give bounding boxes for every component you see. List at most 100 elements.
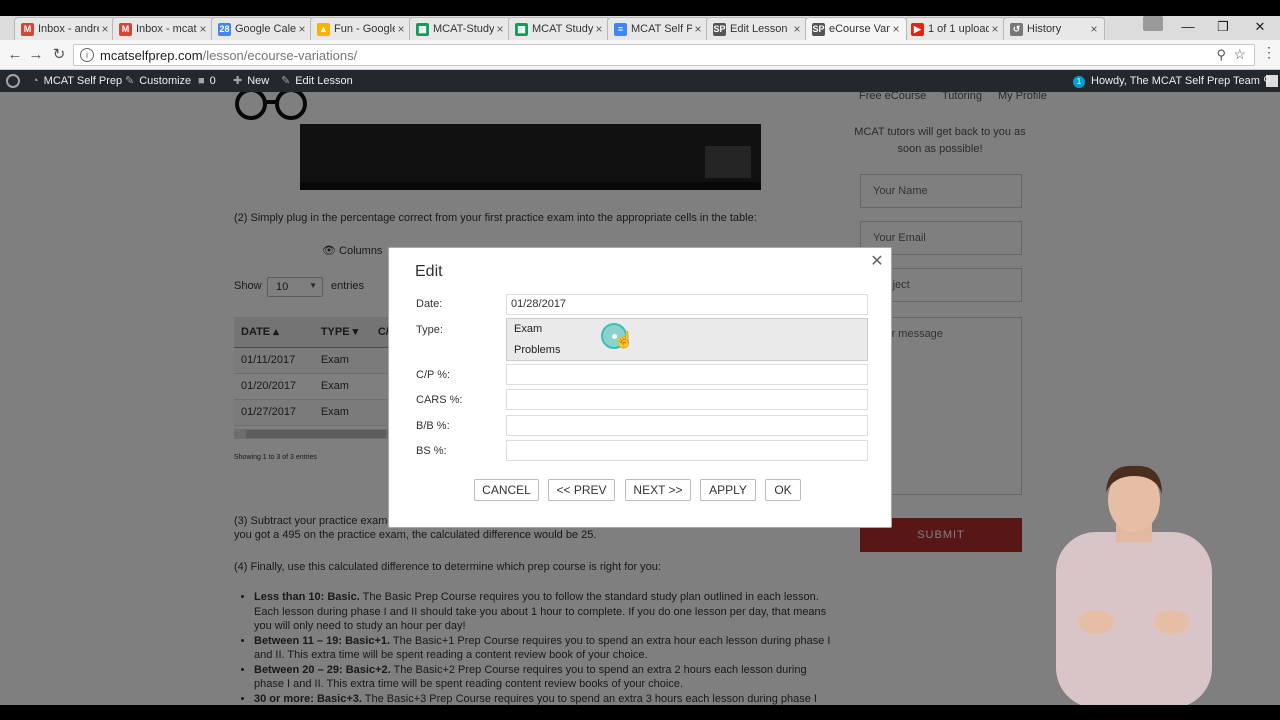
wp-admin-bar: ◔ MCAT Self Prep ✎ Customize ■ 0 ✚ New ✎ Edit… (0, 70, 1280, 92)
wp-comments-count: 0 (209, 75, 216, 87)
close-tab-icon[interactable]: × (296, 22, 308, 36)
url-path: /lesson/ecourse-variations/ (202, 48, 358, 63)
cars-label: CARS %: (416, 394, 463, 406)
history-icon: ↺ (1010, 22, 1023, 36)
browser-tab[interactable]: ▦ MCAT Study × (508, 17, 610, 40)
tab-label: MCAT Self Prep (631, 23, 692, 35)
wp-customize-label: Customize (139, 75, 192, 87)
next-button[interactable]: NEXT >> (625, 479, 691, 501)
type-select-list[interactable]: Exam Problems (506, 318, 868, 361)
browser-tab[interactable]: SP eCourse Variations× (805, 17, 907, 40)
close-tab-icon[interactable]: × (593, 22, 605, 36)
close-tab-icon[interactable]: × (395, 22, 407, 36)
wp-site-label: MCAT Self Prep (43, 75, 123, 87)
wp-search-icon[interactable]: ⚲ (1263, 70, 1271, 92)
url-field[interactable]: i mcatselfprep.com/lesson/ecourse-variat… (73, 44, 1255, 66)
docs-icon: ≡ (614, 22, 627, 36)
browser-tab[interactable]: ▦ MCAT-Study × (409, 17, 511, 40)
cars-percent-field[interactable] (506, 389, 868, 410)
wp-new-link[interactable]: ✚ New (233, 70, 269, 92)
forward-icon[interactable]: → (26, 45, 46, 65)
browser-tab[interactable]: ▶ 1 of 1 uploaded× (904, 17, 1006, 40)
pointer-cursor-icon: ☝ (614, 332, 634, 349)
url-host: mcatselfprep.com (100, 48, 203, 63)
close-tab-icon[interactable]: × (197, 22, 209, 36)
calendar-icon: 28 (218, 22, 231, 36)
bookmark-star-icon[interactable]: ☆ (1233, 46, 1246, 63)
bb-label: B/B %: (416, 420, 450, 432)
drive-icon: ▲ (317, 22, 330, 36)
bb-percent-field[interactable] (506, 415, 868, 436)
close-tab-icon[interactable]: × (692, 22, 704, 36)
tab-label: MCAT Study (532, 23, 593, 35)
info-icon[interactable]: i (80, 48, 94, 62)
browser-tab[interactable]: 28 Google Calendar× (211, 17, 313, 40)
date-label: Date: (416, 298, 443, 310)
tab-label: Fun - Google Drive (334, 23, 395, 35)
notification-badge: 1 (1073, 76, 1085, 88)
browser-tab[interactable]: ▲ Fun - Google Drive× (310, 17, 412, 40)
wp-comments-link[interactable]: ■ 0 (198, 70, 216, 92)
minimize-icon[interactable]: — (1170, 16, 1206, 38)
youtube-icon: ▶ (911, 22, 924, 36)
tab-label: MCAT-Study (433, 23, 494, 35)
cp-percent-field[interactable] (506, 364, 868, 385)
wp-edit-lesson-link[interactable]: ✎ Edit Lesson (281, 70, 353, 92)
brush-icon: ✎ (125, 75, 135, 87)
sheets-icon: ▦ (416, 22, 429, 36)
cp-label: C/P %: (416, 369, 451, 381)
sheets-icon: ▦ (515, 22, 528, 36)
browser-tab[interactable]: SP Edit Lesson × (706, 17, 808, 40)
tab-label: 1 of 1 uploaded (928, 23, 989, 35)
cursor-click-indicator-icon: ☝ (601, 323, 634, 349)
close-icon[interactable]: ✕ (867, 252, 887, 272)
gmail-icon: M (119, 22, 132, 36)
back-icon[interactable]: ← (5, 45, 25, 65)
apply-button[interactable]: APPLY (700, 479, 756, 501)
tab-label: Inbox - andrew (38, 23, 99, 35)
close-window-icon[interactable]: ✕ (1242, 16, 1278, 38)
wp-account-link[interactable]: 1 Howdy, The MCAT Self Prep Team (1073, 70, 1278, 92)
video-letterbox-bottom (0, 705, 1280, 720)
edit-dialog: Edit ✕ Date: 01/28/2017 Type: Exam Probl… (388, 247, 892, 528)
wp-edit-label: Edit Lesson (295, 75, 353, 87)
close-tab-icon[interactable]: × (791, 22, 803, 36)
browser-tab[interactable]: M Inbox - andrew× (14, 17, 116, 40)
close-tab-icon[interactable]: × (890, 22, 902, 36)
wordpress-logo-icon[interactable] (6, 70, 20, 92)
type-option-problems[interactable]: Problems (514, 344, 560, 356)
bs-percent-field[interactable] (506, 440, 868, 461)
dashboard-icon: ◔ (32, 75, 39, 87)
cancel-button[interactable]: CANCEL (474, 479, 539, 501)
tab-label: Edit Lesson (730, 23, 788, 35)
close-tab-icon[interactable]: × (1088, 22, 1100, 36)
ok-button[interactable]: OK (765, 479, 801, 501)
close-tab-icon[interactable]: × (494, 22, 506, 36)
browser-tab[interactable]: ≡ MCAT Self Prep× (607, 17, 709, 40)
restore-icon[interactable]: ❐ (1205, 16, 1241, 38)
close-tab-icon[interactable]: × (99, 22, 111, 36)
wp-site-link[interactable]: ◔ MCAT Self Prep (32, 70, 122, 92)
browser-menu-icon[interactable]: ⋮ (1262, 44, 1276, 61)
prev-button[interactable]: << PREV (548, 479, 615, 501)
dialog-title: Edit (415, 263, 443, 280)
site-icon: SP (812, 22, 825, 36)
presenter-video-overlay (1056, 465, 1212, 708)
gmail-icon: M (21, 22, 34, 36)
date-field[interactable]: 01/28/2017 (506, 294, 868, 315)
browser-tab[interactable]: ↺ History × (1003, 17, 1105, 40)
zoom-icon[interactable]: ⚲ (1216, 47, 1226, 63)
close-tab-icon[interactable]: × (989, 22, 1001, 36)
plus-icon: ✚ (233, 75, 243, 87)
type-option-exam[interactable]: Exam (514, 323, 542, 335)
type-label: Type: (416, 324, 443, 336)
browser-tab[interactable]: M Inbox - mcat × (112, 17, 214, 40)
reload-icon[interactable]: ↻ (49, 45, 69, 65)
video-letterbox-top (0, 0, 1280, 16)
wp-customize-link[interactable]: ✎ Customize (125, 70, 191, 92)
comment-icon: ■ (198, 75, 205, 87)
browser-tab-bar: MInbox - andrew×MInbox - mcat×28Google C… (0, 0, 1280, 40)
pencil-icon: ✎ (281, 75, 291, 87)
profile-icon[interactable] (1143, 16, 1163, 31)
tab-label: Google Calendar (235, 23, 296, 35)
